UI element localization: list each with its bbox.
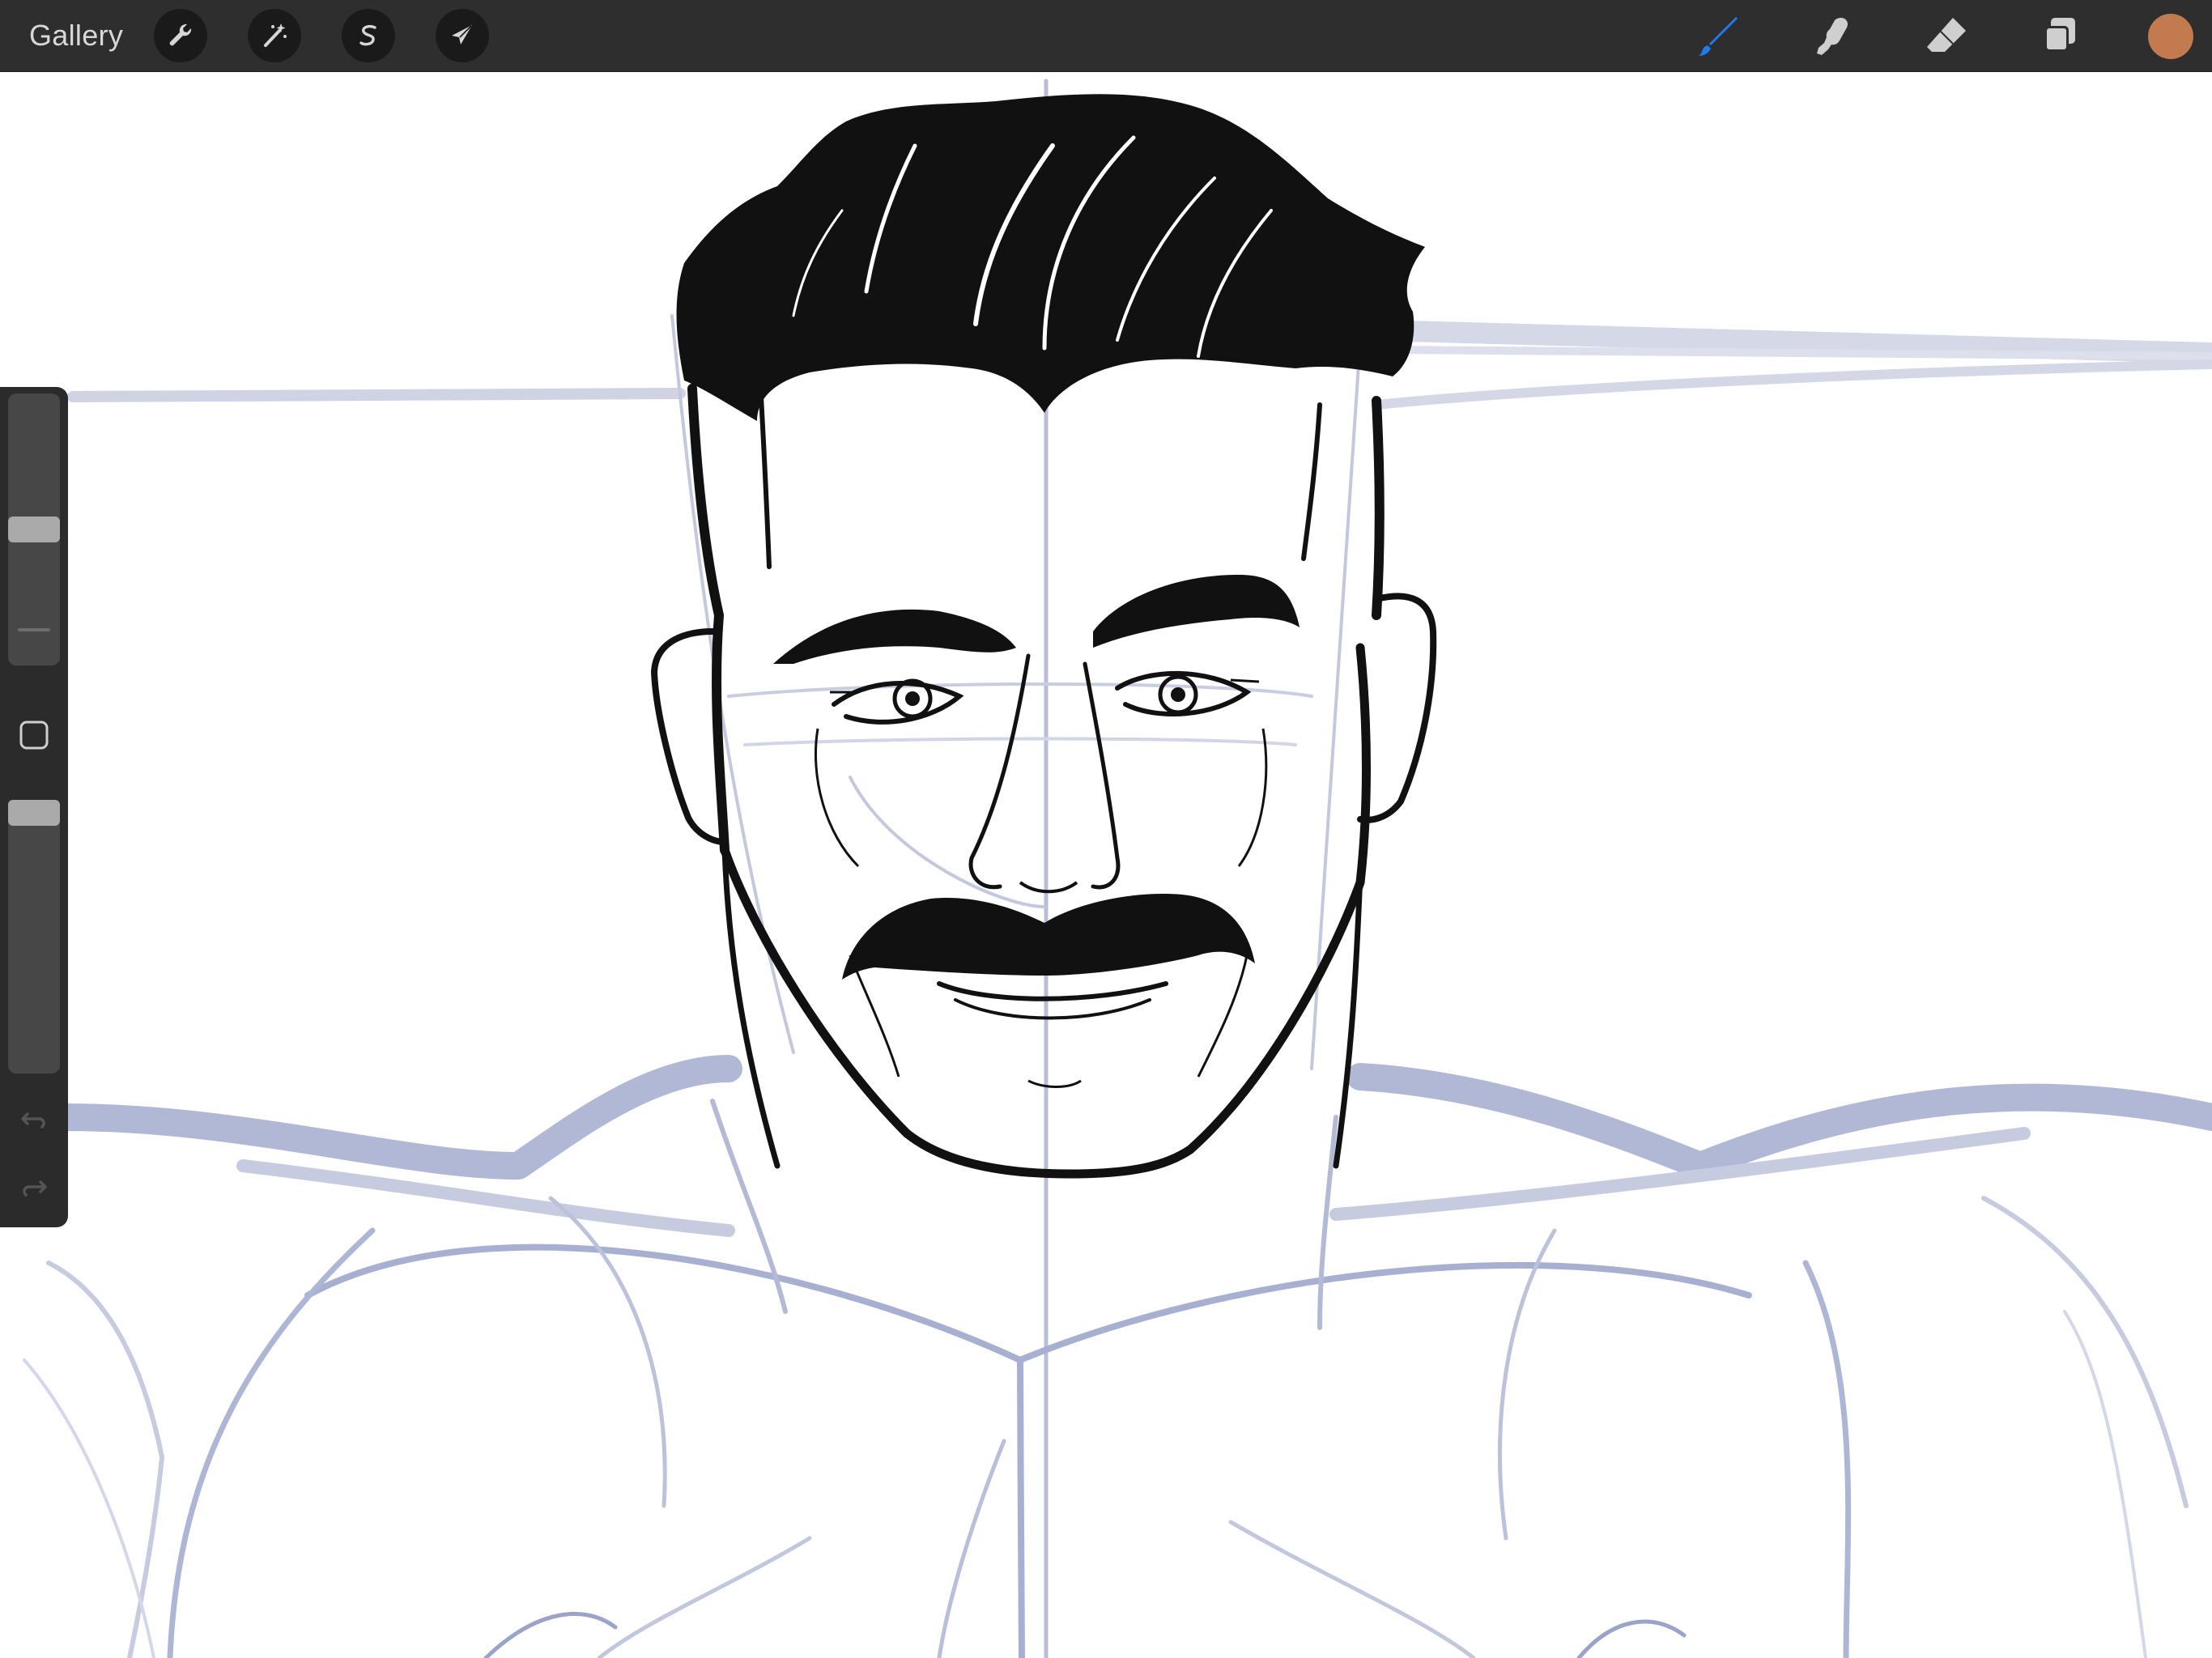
procreate-app: Gallery xyxy=(0,0,2212,1658)
transform-button[interactable] xyxy=(436,9,489,62)
selection-button[interactable] xyxy=(342,9,395,62)
brush-icon xyxy=(1699,17,1738,56)
arrow-cursor-icon xyxy=(452,25,472,45)
redo-button[interactable] xyxy=(16,1169,52,1205)
adjustments-button[interactable] xyxy=(248,9,301,62)
artwork xyxy=(23,79,2212,1658)
brush-size-slider-thumb[interactable] xyxy=(8,517,60,542)
layers-button[interactable] xyxy=(2034,10,2086,62)
gallery-button[interactable]: Gallery xyxy=(29,16,123,55)
color-picker-button[interactable] xyxy=(2148,14,2193,59)
brush-size-tick xyxy=(18,628,50,631)
square-outline-icon xyxy=(19,721,49,750)
undo-arrow-icon xyxy=(21,1112,45,1129)
top-toolbar: Gallery xyxy=(0,0,2212,72)
smudge-finger-icon xyxy=(1817,18,1848,55)
undo-button[interactable] xyxy=(16,1101,52,1137)
opacity-slider[interactable] xyxy=(8,800,60,1073)
left-sidebar xyxy=(0,387,68,1227)
brush-tool-button[interactable] xyxy=(1693,10,1745,62)
actions-button[interactable] xyxy=(154,9,207,62)
selection-s-icon xyxy=(359,24,376,46)
modify-button[interactable] xyxy=(17,718,51,752)
layers-icon xyxy=(2044,18,2075,52)
redo-arrow-icon xyxy=(23,1180,47,1197)
eraser-tool-button[interactable] xyxy=(1921,10,1972,62)
smudge-tool-button[interactable] xyxy=(1807,10,1859,62)
drawing-canvas[interactable] xyxy=(0,71,2212,1658)
eraser-icon xyxy=(1927,18,1966,52)
magic-wand-icon xyxy=(264,23,287,47)
opacity-slider-thumb[interactable] xyxy=(8,800,60,826)
wrench-icon xyxy=(169,23,192,46)
